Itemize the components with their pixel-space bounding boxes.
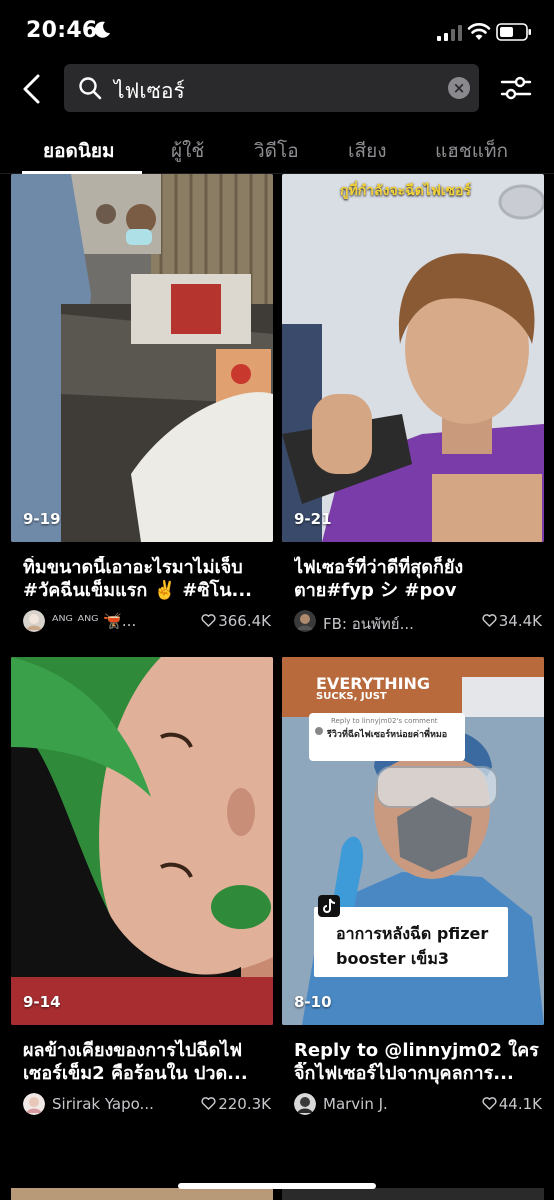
- like-count-value: 34.4K: [498, 612, 542, 630]
- video-date: 9-14: [23, 993, 61, 1011]
- video-caption-line2[interactable]: ตาย#fyp シ #pov: [294, 579, 544, 602]
- heart-icon: [201, 1097, 216, 1110]
- battery-icon: [496, 23, 531, 41]
- video-date: 8-10: [294, 993, 332, 1011]
- username[interactable]: ᴬᴺᴳ ᴬᴺᴳ 🫕...: [52, 612, 182, 630]
- moon-icon: [94, 21, 110, 38]
- search-tabs: ยอดนิยม ผู้ใช้ วิดีโอ เสียง แฮชแท็ก: [0, 124, 554, 174]
- video-caption-line2[interactable]: จิ๊กไฟเซอร์ไปจากบุคลการ...: [294, 1062, 544, 1085]
- like-count-value: 44.1K: [498, 1095, 542, 1113]
- filter-sliders-icon[interactable]: [500, 74, 532, 102]
- video-caption-line2[interactable]: เซอร์เข็ม2 คือร้อนใน ปวด...: [23, 1062, 273, 1085]
- like-count-value: 366.4K: [218, 612, 271, 630]
- tab-users[interactable]: ผู้ใช้: [171, 136, 204, 166]
- avatar[interactable]: [23, 1093, 45, 1115]
- heart-icon: [201, 614, 216, 627]
- video-thumbnail[interactable]: 9-19: [11, 174, 273, 542]
- status-time: 20:46: [26, 18, 98, 43]
- search-input[interactable]: ไฟเซอร์: [114, 75, 185, 108]
- status-bar: 20:46: [0, 0, 554, 62]
- video-card[interactable]: EVERYTHING SUCKS, JUST Reply to linnyjm0…: [282, 657, 544, 1127]
- video-meta: Sirirak Yapo... 220.3K: [23, 1093, 271, 1115]
- tiktok-logo-icon: [318, 895, 340, 917]
- video-thumbnail-partial[interactable]: [282, 1188, 544, 1200]
- username[interactable]: FB: อนพัทย์...: [323, 612, 453, 636]
- sticker-line-1: อาการหลังฉีด pfizer: [336, 924, 489, 943]
- reply-comment-bubble: Reply to linnyjm02's comment รีวิวที่ฉีด…: [309, 713, 465, 761]
- username[interactable]: Marvin J.: [323, 1095, 453, 1113]
- video-meta: ᴬᴺᴳ ᴬᴺᴳ 🫕... 366.4K: [23, 610, 271, 632]
- video-card[interactable]: กูที่กำลังจะฉีดไฟเซอร์ 9-21 ไฟเซอร์ที่ว่…: [282, 174, 544, 644]
- sticker-line-2: booster เข็ม3: [336, 949, 450, 968]
- video-caption[interactable]: Reply to @linnyjm02 ใคร: [294, 1039, 544, 1062]
- video-date: 9-21: [294, 510, 332, 528]
- video-thumbnail[interactable]: กูที่กำลังจะฉีดไฟเซอร์ 9-21: [282, 174, 544, 542]
- video-thumbnail-partial[interactable]: [11, 1188, 273, 1200]
- video-caption[interactable]: ไฟเซอร์ที่ว่าดีที่สุดก็ยัง: [294, 556, 544, 579]
- like-count: 220.3K: [201, 1095, 271, 1113]
- search-icon: [79, 77, 102, 100]
- back-arrow-icon[interactable]: [18, 72, 46, 106]
- username[interactable]: Sirirak Yapo...: [52, 1095, 182, 1113]
- video-overlay-text: กูที่กำลังจะฉีดไฟเซอร์: [340, 183, 471, 199]
- tab-hashtags[interactable]: แฮชแท็ก: [435, 136, 508, 166]
- video-meta: FB: อนพัทย์... 34.4K: [294, 610, 542, 633]
- video-overlay-subtitle: SUCKS, JUST: [316, 691, 387, 702]
- clear-search-icon[interactable]: ×: [448, 77, 470, 99]
- video-card[interactable]: 9-14 ผลข้างเคียงของการไปฉีดไฟ เซอร์เข็ม2…: [11, 657, 273, 1127]
- video-caption[interactable]: ผลข้างเคียงของการไปฉีดไฟ: [23, 1039, 273, 1062]
- like-count: 44.1K: [482, 1095, 542, 1113]
- heart-icon: [482, 1097, 497, 1110]
- tab-top[interactable]: ยอดนิยม: [43, 136, 115, 166]
- vaccination-scene-image: [11, 174, 273, 542]
- text-sticker: อาการหลังฉีด pfizer booster เข็ม3: [314, 907, 508, 977]
- video-thumbnail[interactable]: EVERYTHING SUCKS, JUST Reply to linnyjm0…: [282, 657, 544, 1025]
- tab-videos[interactable]: วิดีโอ: [254, 136, 299, 166]
- video-caption[interactable]: ทิ่มขนาดนี้เอาอะไรมาไม่เจ็บ: [23, 556, 273, 579]
- search-bar[interactable]: ไฟเซอร์ ×: [64, 64, 479, 112]
- video-thumbnail[interactable]: 9-14: [11, 657, 273, 1025]
- young-man-image: [282, 174, 544, 542]
- sleeping-face-image: [11, 657, 273, 1025]
- reply-comment-label: Reply to linnyjm02's comment: [331, 717, 438, 725]
- video-meta: Marvin J. 44.1K: [294, 1093, 542, 1115]
- signal-icon: [437, 25, 462, 41]
- avatar[interactable]: [294, 610, 316, 632]
- like-count: 366.4K: [201, 612, 271, 630]
- avatar[interactable]: [294, 1093, 316, 1115]
- like-count-value: 220.3K: [218, 1095, 271, 1113]
- video-date: 9-19: [23, 510, 61, 528]
- video-card[interactable]: 9-19 ทิ่มขนาดนี้เอาอะไรมาไม่เจ็บ #วัคฉีน…: [11, 174, 273, 644]
- video-caption-line2[interactable]: #วัคฉีนเข็มแรก ✌️ #ซิโน...: [23, 579, 273, 602]
- heart-icon: [482, 614, 497, 627]
- avatar: [315, 727, 323, 735]
- reply-comment-text: รีวิวที่ฉีดไฟเซอร์หน่อยค่าพี่หมอ: [327, 730, 448, 740]
- home-indicator: [178, 1183, 376, 1189]
- wifi-icon: [467, 23, 491, 40]
- tab-sounds[interactable]: เสียง: [348, 136, 387, 166]
- like-count: 34.4K: [482, 612, 542, 630]
- avatar[interactable]: [23, 610, 45, 632]
